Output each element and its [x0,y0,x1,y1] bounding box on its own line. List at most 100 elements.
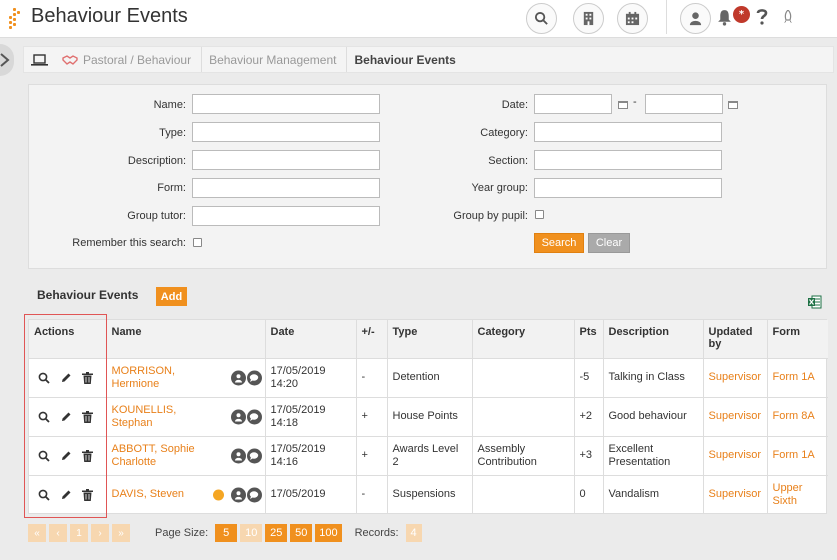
records-label: Records: [354,527,399,539]
type-cell: Suspensions [387,475,473,514]
launch-button[interactable] [782,10,794,25]
help-button[interactable] [755,8,769,26]
page-size-option[interactable]: 100 [315,524,342,542]
form-field[interactable] [192,178,380,198]
breadcrumb-home[interactable] [24,47,54,72]
column-header-sign[interactable]: +/- [356,320,388,359]
page-number-button[interactable]: 1 [70,524,88,542]
year-group-field[interactable] [534,178,722,198]
name-cell: DAVIS, Steven [106,475,266,514]
pupil-icons [230,409,262,424]
view-icon[interactable] [38,372,50,384]
pupil-profile-icon[interactable] [230,448,246,463]
pupil-comments-icon[interactable] [246,448,262,463]
page-size-option[interactable]: 25 [265,524,288,542]
edit-icon[interactable] [60,411,72,423]
date-to-field[interactable] [645,94,723,114]
updated-by-link[interactable]: Supervisor [709,449,762,461]
type-cell: Awards Level 2 [387,436,473,476]
sidebar-toggle[interactable] [0,44,14,76]
breadcrumb-item-behaviour-management[interactable]: Behaviour Management [201,47,348,72]
category-label: Category: [480,127,528,139]
pupil-icons [230,448,262,463]
page-size-option[interactable]: 5 [215,524,238,542]
date-from-field[interactable] [534,94,612,114]
calendar-button[interactable] [617,3,648,34]
pupil-name-link[interactable]: ABBOTT, Sophie Charlotte [112,443,197,469]
edit-icon[interactable] [60,489,72,501]
app-logo-icon[interactable] [8,8,22,29]
pupil-name-link[interactable]: KOUNELLIS, Stephan [112,404,197,430]
form-label: Form: [157,182,186,194]
column-header-description[interactable]: Description [603,320,704,359]
top-bar: Behaviour Events * [0,0,837,38]
page-size-option-active[interactable]: 10 [240,524,263,542]
breadcrumb-item-pastoral[interactable]: Pastoral / Behaviour [54,47,203,72]
form-link[interactable]: Form 1A [773,371,815,383]
updated-by-link[interactable]: Supervisor [709,371,762,383]
delete-icon[interactable] [82,371,93,384]
pupil-name-link[interactable]: MORRISON, Hermione [112,365,197,391]
view-icon[interactable] [38,450,50,462]
header-divider [666,0,667,34]
actions-cell [29,397,107,437]
pts-cell: +2 [574,397,604,437]
search-button[interactable] [526,3,557,34]
date-from-calendar-icon[interactable] [618,100,628,109]
delete-icon[interactable] [82,488,93,501]
description-field[interactable] [192,150,380,170]
column-header-type[interactable]: Type [387,320,473,359]
updated-by-link[interactable]: Supervisor [709,410,762,422]
view-icon[interactable] [38,411,50,423]
column-header-pts[interactable]: Pts [574,320,604,359]
page-size-option[interactable]: 50 [290,524,313,542]
notification-badge: * [733,6,750,23]
column-header-updated-by[interactable]: Updated by [703,320,768,359]
pupil-profile-icon[interactable] [230,370,246,385]
pupil-profile-icon[interactable] [230,409,246,424]
notifications-button[interactable] [716,9,733,26]
pupil-comments-icon[interactable] [246,370,262,385]
updated-by-link[interactable]: Supervisor [709,488,762,500]
date-cell: 17/05/2019 14:16 [265,436,357,476]
updated-by-cell: Supervisor [703,397,768,437]
form-cell: Upper Sixth [767,475,828,514]
edit-icon[interactable] [60,372,72,384]
form-link[interactable]: Form 1A [773,449,815,461]
user-menu-button[interactable] [680,3,711,34]
excel-export-icon[interactable] [808,295,822,309]
search-submit-button[interactable]: Search [534,233,584,253]
page-size-label: Page Size: [155,527,209,539]
prev-page-button[interactable]: ‹ [49,524,67,542]
pupil-profile-icon[interactable] [230,487,246,503]
column-header-name[interactable]: Name [106,320,266,359]
delete-icon[interactable] [82,410,93,423]
group-tutor-field[interactable] [192,206,380,226]
clear-button[interactable]: Clear [588,233,630,253]
pupil-comments-icon[interactable] [246,487,262,503]
column-header-date[interactable]: Date [265,320,357,359]
column-header-form[interactable]: Form [767,320,828,359]
column-header-category[interactable]: Category [472,320,575,359]
next-page-button[interactable]: › [91,524,109,542]
first-page-button[interactable]: « [28,524,46,542]
section-field[interactable] [534,150,722,170]
add-button[interactable]: Add [156,287,187,306]
type-field[interactable] [192,122,380,142]
form-link[interactable]: Form 8A [773,410,815,422]
edit-icon[interactable] [60,450,72,462]
view-icon[interactable] [38,489,50,501]
type-cell: House Points [387,397,473,437]
form-link[interactable]: Upper Sixth [773,482,803,507]
category-field[interactable] [534,122,722,142]
pupil-name-link[interactable]: DAVIS, Steven [112,488,197,501]
date-to-calendar-icon[interactable] [728,100,738,109]
remember-search-checkbox[interactable] [193,238,202,247]
pupil-comments-icon[interactable] [246,409,262,424]
group-by-pupil-label: Group by pupil: [453,210,528,222]
name-field[interactable] [192,94,380,114]
last-page-button[interactable]: » [112,524,130,542]
group-by-pupil-checkbox[interactable] [535,210,544,219]
school-button[interactable] [573,3,604,34]
delete-icon[interactable] [82,449,93,462]
